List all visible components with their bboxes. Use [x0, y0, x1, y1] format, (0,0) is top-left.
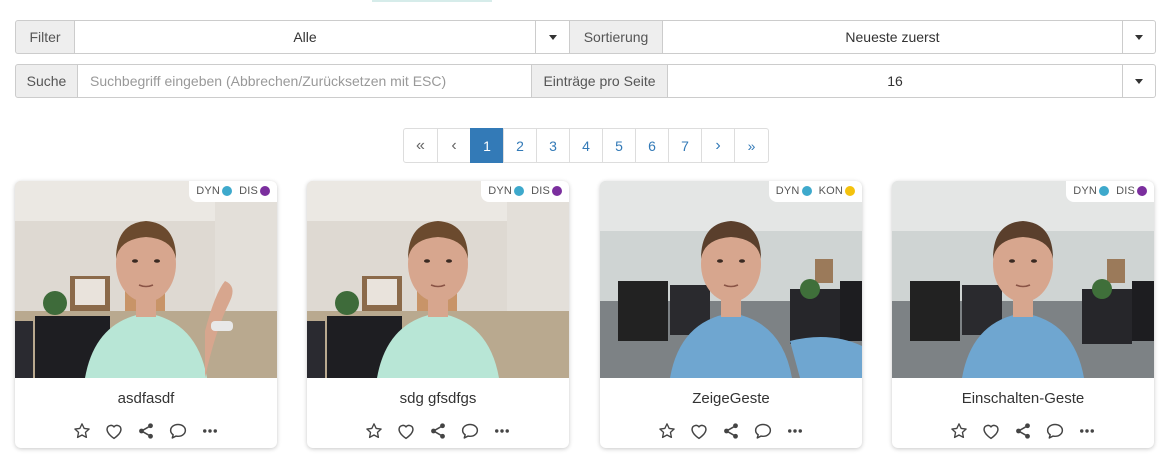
per-page-label: Einträge pro Seite [532, 64, 668, 98]
badge-label: DIS [531, 185, 550, 197]
page-first-button[interactable]: « [403, 128, 438, 163]
share-icon[interactable] [135, 421, 157, 441]
card-title: sdg gfsdfgs [399, 390, 477, 407]
sort-select[interactable]: Neueste zuerst [663, 20, 1123, 54]
heart-icon[interactable] [395, 421, 417, 441]
comment-icon[interactable] [167, 421, 189, 441]
gesture-thumbnail[interactable]: DYN DIS [892, 181, 1154, 378]
search-label: Suche [15, 64, 78, 98]
card-actions [892, 421, 1154, 441]
badge-label: KON [818, 185, 843, 197]
gesture-thumbnail[interactable]: DYN KON [600, 181, 862, 378]
gesture-card[interactable]: DYN DIS asdfasdf [15, 181, 277, 448]
search-input[interactable] [78, 64, 532, 98]
star-icon[interactable] [363, 421, 385, 441]
comment-icon[interactable] [459, 421, 481, 441]
badge-dot-icon [514, 186, 525, 196]
pagination: « ‹ 1 2 3 4 5 6 7 › » [403, 128, 769, 163]
card-title: asdfasdf [117, 390, 175, 407]
more-icon[interactable] [491, 421, 513, 441]
gesture-type-badges: DYN DIS [481, 181, 569, 202]
badge-dot-icon [260, 186, 270, 196]
filter-dropdown-toggle[interactable] [536, 20, 570, 54]
per-page-select[interactable]: 16 [668, 64, 1123, 98]
card-actions [15, 421, 277, 441]
more-icon[interactable] [1076, 421, 1098, 441]
badge-label: DYN [1073, 185, 1098, 197]
chevron-down-icon [1135, 78, 1143, 84]
page-next-button[interactable]: › [701, 128, 735, 163]
star-icon[interactable] [656, 421, 678, 441]
gesture-card[interactable]: DYN DIS Einschalten-Geste [892, 181, 1154, 448]
heart-icon[interactable] [103, 421, 125, 441]
page-button-6[interactable]: 6 [635, 128, 669, 163]
page-button-7[interactable]: 7 [668, 128, 702, 163]
star-icon[interactable] [948, 421, 970, 441]
comment-icon[interactable] [1044, 421, 1066, 441]
card-title: Einschalten-Geste [961, 390, 1085, 407]
page-button-4[interactable]: 4 [569, 128, 603, 163]
filter-sort-row: Filter Alle Sortierung Neueste zuerst [15, 20, 1156, 54]
more-icon[interactable] [199, 421, 221, 441]
sort-dropdown-toggle[interactable] [1123, 20, 1156, 54]
more-icon[interactable] [784, 421, 806, 441]
page-button-5[interactable]: 5 [602, 128, 636, 163]
per-page-dropdown-toggle[interactable] [1123, 64, 1156, 98]
badge-dot-icon [1137, 186, 1147, 196]
page-button-3[interactable]: 3 [536, 128, 570, 163]
badge-label: DYN [488, 185, 513, 197]
share-icon[interactable] [427, 421, 449, 441]
gesture-card[interactable]: DYN DIS sdg gfsdfgs [307, 181, 569, 448]
gesture-type-badges: DYN DIS [1066, 181, 1154, 202]
badge-dot-icon [845, 186, 855, 196]
badge-dot-icon [1099, 186, 1110, 196]
comment-icon[interactable] [752, 421, 774, 441]
gesture-type-badges: DYN KON [768, 181, 862, 202]
card-actions [600, 421, 862, 441]
heart-icon[interactable] [688, 421, 710, 441]
star-icon[interactable] [71, 421, 93, 441]
card-title: ZeigeGeste [692, 390, 770, 407]
share-icon[interactable] [720, 421, 742, 441]
chevron-down-icon [1135, 34, 1143, 40]
badge-label: DIS [239, 185, 258, 197]
badge-label: DYN [775, 185, 800, 197]
gesture-type-badges: DYN DIS [189, 181, 277, 202]
filter-select[interactable]: Alle [75, 20, 536, 54]
share-icon[interactable] [1012, 421, 1034, 441]
badge-dot-icon [222, 186, 233, 196]
badge-label: DIS [1116, 185, 1135, 197]
gesture-thumbnail[interactable]: DYN DIS [15, 181, 277, 378]
card-actions [307, 421, 569, 441]
top-tab-indicator [372, 0, 492, 2]
badge-label: DYN [196, 185, 221, 197]
gesture-thumbnail[interactable]: DYN DIS [307, 181, 569, 378]
page-prev-button[interactable]: ‹ [437, 128, 471, 163]
chevron-down-icon [548, 34, 557, 40]
sort-label: Sortierung [570, 20, 663, 54]
page-button-2[interactable]: 2 [503, 128, 537, 163]
page-button-1[interactable]: 1 [470, 128, 504, 163]
heart-icon[interactable] [980, 421, 1002, 441]
page-last-button[interactable]: » [734, 128, 769, 163]
gesture-card[interactable]: DYN KON ZeigeGeste [600, 181, 862, 448]
search-perpage-row: Suche Einträge pro Seite 16 [15, 64, 1156, 98]
filter-label: Filter [15, 20, 75, 54]
badge-dot-icon [801, 186, 812, 196]
badge-dot-icon [552, 186, 562, 196]
